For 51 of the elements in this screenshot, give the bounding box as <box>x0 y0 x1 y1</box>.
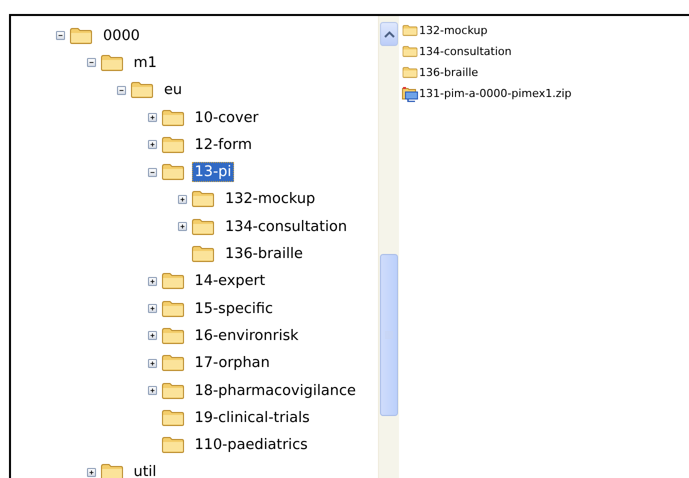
folder-icon <box>191 245 215 264</box>
scroll-thumb[interactable] <box>380 254 398 416</box>
expand-icon[interactable] <box>178 222 187 232</box>
folder-icon <box>160 136 184 154</box>
expand-icon[interactable] <box>148 113 156 122</box>
folder-icon <box>191 190 215 208</box>
expand-icon[interactable] <box>148 276 156 286</box>
tree-item[interactable]: 0000 <box>100 26 143 46</box>
tree-item[interactable]: 14-expert <box>192 271 268 292</box>
folder-icon <box>191 218 215 236</box>
expand-icon[interactable] <box>148 140 156 150</box>
tree-item[interactable]: m1 <box>130 52 160 73</box>
folder-icon <box>160 300 184 318</box>
file-name[interactable]: 134-consultation <box>419 45 512 58</box>
collapse-icon[interactable] <box>86 58 96 68</box>
tree-item[interactable]: 132-mockup <box>222 189 318 210</box>
folder-icon <box>100 463 124 478</box>
tree-item[interactable]: 110-paediatrics <box>192 435 311 456</box>
file-name[interactable]: 136-braille <box>419 66 478 79</box>
folder-icon <box>160 436 184 454</box>
expand-icon[interactable] <box>148 331 156 340</box>
tree-item[interactable]: 17-orphan <box>192 353 273 374</box>
expand-icon[interactable] <box>148 304 156 314</box>
folder-icon <box>160 272 184 290</box>
folder-icon <box>160 408 184 427</box>
tree-item[interactable]: 16-environrisk <box>192 326 302 346</box>
file-name[interactable]: 132-mockup <box>419 24 488 37</box>
tree-item[interactable]: util <box>130 462 160 478</box>
scroll-up-button[interactable] <box>380 22 398 46</box>
folder-icon <box>160 108 184 127</box>
tree-item[interactable]: 13-pi <box>192 162 234 182</box>
tree-item[interactable]: 136-braille <box>222 244 306 264</box>
collapse-icon[interactable] <box>56 31 65 40</box>
folder-icon <box>160 354 184 372</box>
expand-icon[interactable] <box>178 194 187 204</box>
tree-item[interactable]: 12-form <box>192 134 255 155</box>
tree-item[interactable]: 10-cover <box>192 108 262 128</box>
scrollbar[interactable] <box>378 16 399 478</box>
expand-icon[interactable] <box>86 468 96 477</box>
collapse-icon[interactable] <box>148 168 156 177</box>
folder-icon <box>160 326 184 345</box>
collapse-icon[interactable] <box>117 86 126 95</box>
file-name[interactable]: 131-pim-a-0000-pimex1.zip <box>419 87 572 100</box>
tree-item[interactable]: 19-clinical-trials <box>192 408 313 428</box>
expand-icon[interactable] <box>148 358 156 368</box>
folder-icon <box>160 382 184 400</box>
tree-item[interactable]: 134-consultation <box>222 216 350 237</box>
tree-item[interactable]: 15-specific <box>192 298 276 319</box>
tree-item[interactable]: eu <box>161 80 186 100</box>
expand-icon[interactable] <box>148 386 156 395</box>
tree-item[interactable]: 18-pharmacovigilance <box>192 380 359 400</box>
